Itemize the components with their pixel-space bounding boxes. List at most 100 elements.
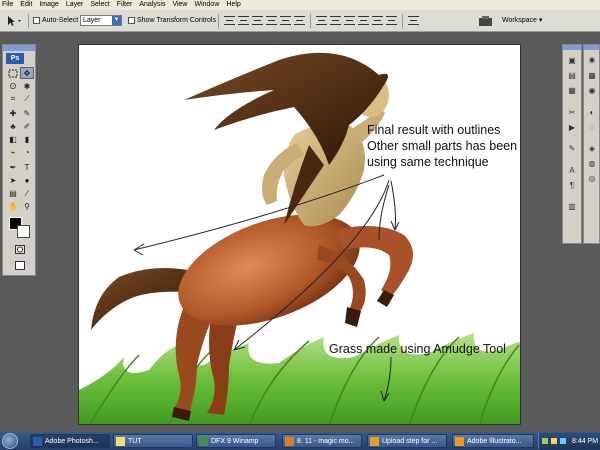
paragraph-icon[interactable]: ¶ (566, 180, 578, 191)
brushes-icon[interactable]: ✎ (566, 143, 578, 154)
task-winamp[interactable]: DFX 9 Winamp (196, 434, 276, 448)
task-magic[interactable]: 8. 11 - magic mo... (282, 434, 362, 448)
auto-align-icon[interactable] (408, 16, 419, 25)
show-transform-checkbox[interactable] (128, 17, 135, 24)
dodge-tool-icon[interactable]: ◔ (20, 146, 34, 158)
path-selection-icon[interactable]: ➤ (6, 174, 20, 186)
task-upload-label: Upload step for ... (382, 437, 438, 445)
task-illustrator[interactable]: Adobe Illustrato... (452, 434, 534, 448)
centaur-artwork (79, 52, 520, 424)
move-tool-icon[interactable]: ✥ (20, 67, 34, 79)
task-photoshop-label: Adobe Photosh... (45, 437, 99, 445)
quick-mask-icon[interactable] (13, 243, 27, 255)
type-tool-icon[interactable]: T (20, 161, 34, 173)
align-bottom-edges-icon[interactable] (252, 16, 263, 25)
eyedropper-icon[interactable]: ⁄ (20, 187, 34, 199)
auto-select-dropdown[interactable]: Layer ▼ (80, 15, 122, 26)
slice-tool-icon[interactable]: ⟋ (20, 93, 34, 105)
channels-icon[interactable]: ◍ (586, 158, 598, 169)
toolbox-title-bar[interactable] (3, 45, 35, 51)
blur-tool-icon[interactable]: ⌁ (6, 146, 20, 158)
brush-tool-icon[interactable]: ✎ (20, 107, 34, 119)
distribute-left-icon[interactable] (358, 16, 369, 25)
align-horizontal-centers-icon[interactable] (280, 16, 291, 25)
move-tool-preset-icon[interactable] (6, 14, 24, 27)
taskbar: Adobe Photosh... TUT DFX 9 Winamp 8. 11 … (0, 432, 600, 450)
task-tut[interactable]: TUT (113, 434, 193, 448)
distribute-vertical-icon[interactable] (330, 16, 341, 25)
align-top-edges-icon[interactable] (224, 16, 235, 25)
task-photoshop[interactable]: Adobe Photosh... (30, 434, 110, 448)
document-canvas[interactable]: Final result with outlines Other small p… (78, 44, 521, 425)
menu-view[interactable]: View (172, 0, 187, 10)
menu-bar: File Edit Image Layer Select Filter Anal… (0, 0, 600, 10)
chevron-down-icon: ▼ (112, 16, 121, 25)
panel-dock-icons-2: ✺ ▦ ◉ ◐ ◌ ◈ ◍ ◎ (583, 44, 600, 244)
actions-icon[interactable]: ▶ (566, 122, 578, 133)
swatches-icon[interactable]: ▦ (586, 70, 598, 81)
align-left-edges-icon[interactable] (266, 16, 277, 25)
panel-dock-title-bar[interactable] (563, 45, 581, 50)
clone-stamp-icon[interactable]: ♣ (6, 120, 20, 132)
panel-dock-icons: ▣ ▤ ▦ ✂ ▶ ✎ A ¶ ▥ (562, 44, 582, 244)
healing-brush-icon[interactable]: ✚ (6, 107, 20, 119)
start-button[interactable] (2, 433, 18, 449)
pen-tool-icon[interactable]: ✒ (6, 161, 20, 173)
gradient-tool-icon[interactable]: ▮ (20, 133, 34, 145)
notes-tool-icon[interactable]: ▤ (6, 187, 20, 199)
histogram-icon[interactable]: ▤ (566, 70, 578, 81)
workspace-dropdown[interactable]: Workspace ▾ (502, 13, 542, 27)
color-icon[interactable]: ✺ (586, 55, 598, 66)
adjustments-icon[interactable]: ◐ (586, 107, 598, 118)
marquee-tool-icon[interactable] (6, 67, 20, 79)
auto-select-checkbox[interactable] (33, 17, 40, 24)
history-icon[interactable]: ✂ (566, 107, 578, 118)
background-color-swatch[interactable] (17, 225, 30, 238)
task-illustrator-label: Adobe Illustrato... (467, 437, 522, 445)
history-brush-icon[interactable]: ✐ (20, 120, 34, 132)
layers-icon[interactable]: ◈ (586, 143, 598, 154)
distribute-top-icon[interactable] (316, 16, 327, 25)
menu-window[interactable]: Window (194, 0, 219, 10)
masks-icon[interactable]: ◌ (586, 122, 598, 133)
zoom-tool-icon[interactable]: ⚲ (20, 200, 34, 212)
tray-app-icon[interactable] (560, 438, 566, 444)
styles-icon[interactable]: ◉ (586, 85, 598, 96)
hand-tool-icon[interactable]: ✋ (6, 200, 20, 212)
menu-help[interactable]: Help (226, 0, 240, 10)
menu-image[interactable]: Image (39, 0, 58, 10)
annotation-grass: Grass made using Amudge Tool (329, 342, 506, 356)
screen-mode-icon[interactable] (13, 259, 27, 271)
paths-icon[interactable]: ◎ (586, 173, 598, 184)
lasso-tool-icon[interactable]: ʘ (6, 80, 20, 92)
task-upload[interactable]: Upload step for ... (367, 434, 447, 448)
toolbox-panel: Ps ✥ ʘ ✱ ⌗ ⟋ ✚ ✎ ♣ ✐ ◧ ▮ ⌁ ◔ ✒ T ➤ ● ▤ ⁄… (2, 44, 36, 276)
workspace-icon[interactable] (478, 14, 494, 27)
magic-wand-icon[interactable]: ✱ (20, 80, 34, 92)
menu-filter[interactable]: Filter (117, 0, 133, 10)
panel-dock-2-title-bar[interactable] (584, 45, 599, 50)
distribute-right-icon[interactable] (386, 16, 397, 25)
navigator-icon[interactable]: ▣ (566, 55, 578, 66)
distribute-horizontal-icon[interactable] (372, 16, 383, 25)
eraser-tool-icon[interactable]: ◧ (6, 133, 20, 145)
shape-tool-icon[interactable]: ● (20, 174, 34, 186)
menu-layer[interactable]: Layer (66, 0, 84, 10)
menu-analysis[interactable]: Analysis (139, 0, 165, 10)
menu-file[interactable]: File (2, 0, 13, 10)
character-icon[interactable]: A (566, 165, 578, 176)
tray-network-icon[interactable] (542, 438, 548, 444)
separator (218, 14, 219, 28)
align-vertical-centers-icon[interactable] (238, 16, 249, 25)
crop-tool-icon[interactable]: ⌗ (6, 93, 20, 105)
menu-edit[interactable]: Edit (20, 0, 32, 10)
info-icon[interactable]: ▦ (566, 85, 578, 96)
menu-select[interactable]: Select (90, 0, 109, 10)
annotation-line-3: using same technique (367, 155, 489, 169)
align-right-edges-icon[interactable] (294, 16, 305, 25)
layer-comps-icon[interactable]: ▥ (566, 201, 578, 212)
show-transform-label: Show Transform Controls (137, 17, 216, 24)
tray-volume-icon[interactable] (551, 438, 557, 444)
distribute-bottom-icon[interactable] (344, 16, 355, 25)
clock[interactable]: 8:44 PM (572, 438, 598, 445)
